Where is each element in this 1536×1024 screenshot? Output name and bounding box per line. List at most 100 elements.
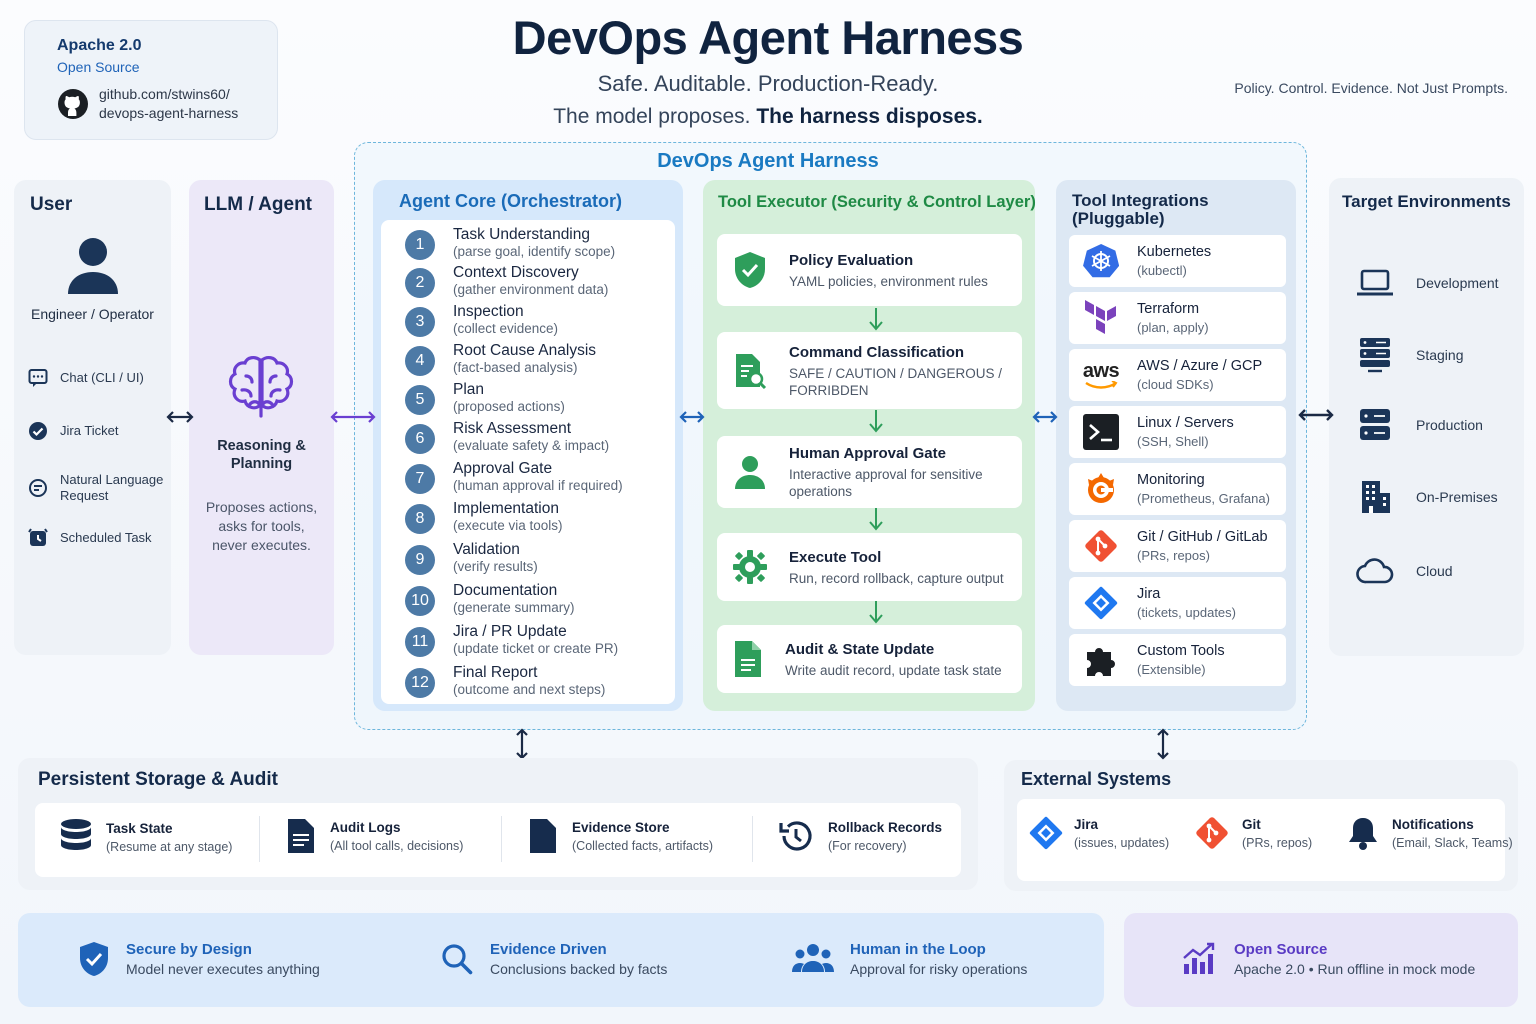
repo-line-1: github.com/stwins60/ [99,86,230,102]
input-scheduled-task[interactable]: Scheduled Task [28,528,152,548]
external-git[interactable]: Git (PRs, repos) [1194,815,1312,851]
principle-desc: Approval for risky operations [850,961,1028,977]
principle-name: Secure by Design [126,941,252,958]
jira-check-icon [28,421,48,441]
bidirectional-arrow-icon [1032,410,1058,424]
tools-title-line-1: Tool Integrations [1072,191,1209,210]
down-arrow-icon [868,410,884,434]
step-number: 6 [405,424,435,454]
step-number: 10 [405,586,435,616]
jira-icon [1083,585,1119,621]
user-role: Engineer / Operator [31,306,154,322]
tool-name: Linux / Servers [1137,415,1234,431]
speech-icon [28,478,48,498]
tool-linux-servers[interactable]: Linux / Servers (SSH, Shell) [1069,406,1286,458]
down-arrow-icon [868,308,884,332]
tool-name: Git / GitHub / GitLab [1137,529,1268,545]
github-repo-link[interactable]: github.com/stwins60/ devops-agent-harnes… [57,85,277,123]
tool-name: Custom Tools [1137,643,1225,659]
tool-name: AWS / Azure / GCP [1137,358,1263,374]
step-name: Plan [453,381,485,398]
external-notifications[interactable]: Notifications (Email, Slack, Teams) [1346,815,1513,851]
core-step: 12 Final Report (outcome and next steps) [405,664,605,698]
magnifier-icon [440,942,474,976]
env-production[interactable]: Production [1356,408,1483,442]
repo-line-2: devops-agent-harness [99,105,239,121]
tool-custom[interactable]: Custom Tools (Extensible) [1069,634,1286,686]
core-step: 10 Documentation (generate summary) [405,582,575,616]
license-name: Apache 2.0 [57,37,142,54]
cloud-icon [1356,557,1394,585]
building-icon [1356,480,1394,514]
document-icon [733,640,763,678]
core-step: 7 Approval Gate (human approval if require… [405,460,623,494]
external-jira[interactable]: Jira (issues, updates) [1028,815,1169,851]
core-step: 2 Context Discovery (gather environment da… [405,264,608,298]
step-desc: (execute via tools) [453,518,563,533]
tool-name: Jira [1137,586,1161,602]
down-arrow-icon [868,601,884,625]
brain-icon [226,354,296,422]
tool-desc: (SSH, Shell) [1137,434,1209,449]
env-cloud[interactable]: Cloud [1356,557,1453,585]
env-on-premises[interactable]: On-Premises [1356,480,1498,514]
vertical-bidirectional-arrow-icon [1155,728,1171,760]
environments-title: Target Environments [1342,192,1511,211]
bidirectional-arrow-icon [1298,408,1334,422]
document-lines-icon [286,818,316,854]
input-natural-language[interactable]: Natural Language Request [28,472,168,504]
external-item-desc: (Email, Slack, Teams) [1392,835,1513,850]
bell-icon [1346,815,1380,851]
bidirectional-arrow-icon [166,410,194,424]
principle-open-source: Open Source Apache 2.0 • Run offline in m… [1182,940,1475,978]
grafana-icon [1083,471,1119,507]
storage-item-name: Audit Logs [330,819,401,835]
principle-desc: Model never executes anything [126,961,320,977]
tool-git[interactable]: Git / GitHub / GitLab (PRs, repos) [1069,520,1286,572]
external-item-desc: (PRs, repos) [1242,835,1313,850]
stage-policy-evaluation: Policy Evaluation YAML policies, environm… [717,234,1022,306]
motto-part-a: The model proposes. [553,105,751,128]
tool-desc: (PRs, repos) [1137,548,1210,563]
step-name: Jira / PR Update [453,623,567,640]
tool-terraform[interactable]: Terraform (plan, apply) [1069,292,1286,344]
core-step: 11 Jira / PR Update (update ticket or crea… [405,623,618,657]
llm-note: Proposes actions, asks for tools, never … [205,499,318,553]
tool-monitoring[interactable]: Monitoring (Prometheus, Grafana) [1069,463,1286,515]
stage-command-classification: Command Classification SAFE / CAUTION / D… [717,332,1022,409]
kubernetes-icon [1083,243,1119,279]
principle-desc: Apache 2.0 • Run offline in mock mode [1234,961,1476,977]
tool-kubernetes[interactable]: Kubernetes (kubectl) [1069,235,1286,287]
stage-desc: Run, record rollback, capture output [789,570,1004,586]
env-development[interactable]: Development [1356,268,1499,298]
input-label: Scheduled Task [60,530,152,545]
tagline: Policy. Control. Evidence. Not Just Prom… [1234,80,1508,96]
step-desc: (proposed actions) [453,399,565,414]
tool-desc: (cloud SDKs) [1137,377,1214,392]
storage-title: Persistent Storage & Audit [38,769,279,790]
step-name: Context Discovery [453,264,579,281]
external-item-name: Notifications [1392,816,1474,832]
user-title: User [30,194,73,215]
principle-name: Open Source [1234,941,1328,958]
env-staging[interactable]: Staging [1356,337,1463,373]
input-jira-ticket[interactable]: Jira Ticket [28,421,119,441]
step-number: 5 [405,385,435,415]
tool-desc: (Prometheus, Grafana) [1137,491,1270,506]
storage-audit-logs: Audit Logs (All tool calls, decisions) [286,818,463,854]
bidirectional-arrow-icon [679,410,705,424]
tool-name: Terraform [1137,301,1200,317]
step-name: Root Cause Analysis [453,342,597,359]
step-name: Implementation [453,500,559,517]
core-step: 3 Inspection (collect evidence) [405,303,558,337]
tool-cloud-providers[interactable]: aws AWS / Azure / GCP (cloud SDKs) [1069,349,1286,401]
page-title: DevOps Agent Harness [512,11,1024,64]
file-icon [528,818,558,854]
step-number: 3 [405,307,435,337]
llm-title: LLM / Agent [204,194,312,215]
alarm-clock-icon [28,528,48,548]
input-chat[interactable]: Chat (CLI / UI) [28,368,144,388]
tool-jira[interactable]: Jira (tickets, updates) [1069,577,1286,629]
core-step: 5 Plan (proposed actions) [405,381,565,415]
llm-capability: Reasoning & Planning [217,438,306,472]
